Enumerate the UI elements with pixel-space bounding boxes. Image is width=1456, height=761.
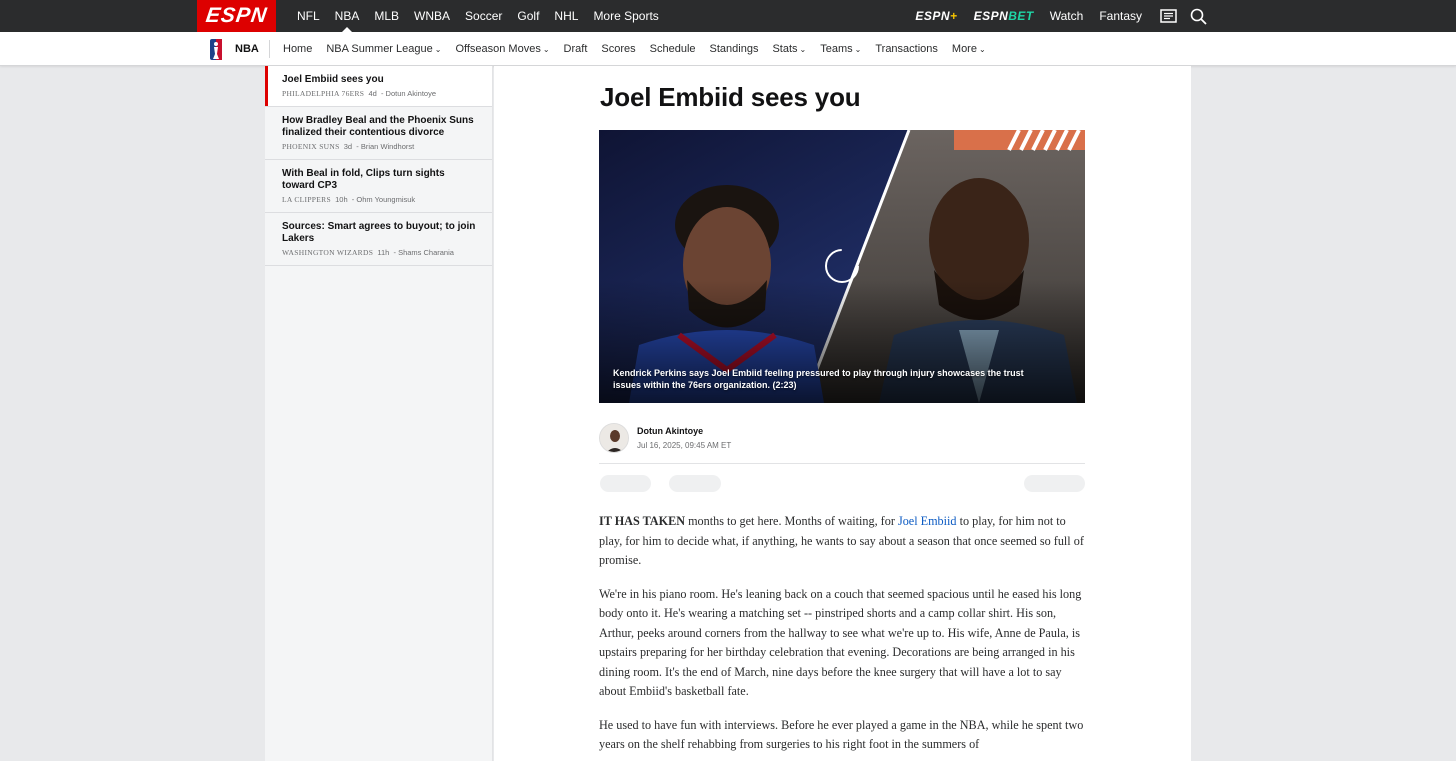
subnav-teams[interactable]: Teams ⌄: [820, 43, 861, 55]
sidebar-story[interactable]: How Bradley Beal and the Phoenix Suns fi…: [265, 107, 492, 160]
subnav-schedule[interactable]: Schedule: [650, 43, 696, 55]
chevron-down-icon: ⌄: [434, 45, 442, 54]
story-author: - Dotun Akintoye: [380, 89, 436, 98]
nav-nhl[interactable]: NHL: [554, 0, 578, 32]
story-age: 4d: [368, 89, 377, 98]
story-team: PHILADELPHIA 76ERS: [282, 89, 365, 98]
action-button-placeholder[interactable]: [1024, 475, 1085, 492]
nba-logo-icon[interactable]: [210, 39, 222, 60]
news-feed-icon[interactable]: [1158, 6, 1178, 26]
subnav-standings[interactable]: Standings: [710, 43, 759, 55]
share-button-placeholder[interactable]: [669, 475, 721, 492]
byline: Dotun Akintoye Jul 16, 2025, 09:45 AM ET: [599, 423, 731, 453]
nav-soccer[interactable]: Soccer: [465, 0, 502, 32]
nav-wnba[interactable]: WNBA: [414, 0, 450, 32]
nav-nba[interactable]: NBA: [335, 0, 359, 32]
story-team: LA CLIPPERS: [282, 195, 331, 204]
search-icon[interactable]: [1188, 6, 1208, 26]
subnav-stats[interactable]: Stats ⌄: [772, 43, 806, 55]
subnav-scores[interactable]: Scores: [601, 43, 635, 55]
subnav-summer-league[interactable]: NBA Summer League ⌄: [326, 43, 441, 55]
nav-watch[interactable]: Watch: [1050, 9, 1084, 23]
related-stories-sidebar: Joel Embiid sees you PHILADELPHIA 76ERS …: [265, 66, 493, 761]
story-age: 10h: [335, 195, 348, 204]
subnav-home[interactable]: Home: [283, 43, 312, 55]
paragraph: IT HAS TAKEN months to get here. Months …: [599, 514, 1084, 567]
sports-nav: NFL NBA MLB WNBA Soccer Golf NHL More Sp…: [297, 0, 674, 32]
subnav-draft[interactable]: Draft: [564, 43, 588, 55]
section-title[interactable]: NBA: [235, 32, 259, 66]
publish-date: Jul 16, 2025, 09:45 AM ET: [637, 441, 732, 450]
story-team: PHOENIX SUNS: [282, 142, 340, 151]
subnav-transactions[interactable]: Transactions: [875, 43, 938, 55]
story-author: - Shams Charania: [393, 248, 454, 257]
article-headline: Joel Embiid sees you: [600, 82, 861, 112]
espn-bet-logo[interactable]: ESPNBET: [974, 9, 1034, 23]
nav-mlb[interactable]: MLB: [374, 0, 399, 32]
chevron-down-icon: ⌄: [542, 45, 550, 54]
nav-more-sports[interactable]: More Sports: [593, 0, 658, 32]
article-body: IT HAS TAKEN months to get here. Months …: [599, 512, 1085, 761]
chevron-down-icon: ⌄: [854, 45, 862, 54]
nav-fantasy[interactable]: Fantasy: [1099, 9, 1142, 23]
author-name[interactable]: Dotun Akintoye: [637, 426, 731, 436]
story-title: Joel Embiid sees you: [282, 74, 384, 85]
top-nav: ESPN NFL NBA MLB WNBA Soccer Golf NHL Mo…: [0, 0, 1456, 32]
video-thumbnail: [599, 130, 1085, 403]
espn-plus-logo[interactable]: ESPN+: [915, 9, 957, 23]
paragraph: We're in his piano room. He's leaning ba…: [599, 586, 1082, 699]
sidebar-story[interactable]: Sources: Smart agrees to buyout; to join…: [265, 213, 492, 266]
story-age: 11h: [377, 248, 390, 257]
story-author: - Ohm Youngmisuk: [351, 195, 416, 204]
subnav-more[interactable]: More ⌄: [952, 43, 986, 55]
nav-divider: [269, 40, 270, 58]
story-team: WASHINGTON WIZARDS: [282, 248, 374, 257]
paragraph: He used to have fun with interviews. Bef…: [599, 717, 1084, 752]
chevron-down-icon: ⌄: [799, 45, 807, 54]
nav-golf[interactable]: Golf: [517, 0, 539, 32]
story-title: Sources: Smart agrees to buyout; to join…: [282, 221, 476, 244]
story-author: - Brian Windhorst: [356, 142, 415, 151]
nav-nfl[interactable]: NFL: [297, 0, 320, 32]
chevron-down-icon: ⌄: [978, 45, 986, 54]
share-button-placeholder[interactable]: [600, 475, 651, 492]
video-player[interactable]: Kendrick Perkins says Joel Embiid feelin…: [599, 130, 1085, 403]
subnav-offseason-moves[interactable]: Offseason Moves ⌄: [455, 43, 549, 55]
sidebar-story[interactable]: Joel Embiid sees you PHILADELPHIA 76ERS …: [265, 66, 492, 107]
sidebar-story[interactable]: With Beal in fold, Clips turn sights tow…: [265, 160, 492, 213]
story-title: With Beal in fold, Clips turn sights tow…: [282, 168, 445, 191]
player-link[interactable]: Joel Embiid: [898, 514, 957, 528]
story-age: 3d: [343, 142, 353, 151]
section-nav: NBA Home NBA Summer League ⌄ Offseason Mo…: [0, 32, 1456, 66]
story-title: How Bradley Beal and the Phoenix Suns fi…: [282, 115, 474, 138]
video-caption: Kendrick Perkins says Joel Embiid feelin…: [613, 368, 1024, 390]
espn-logo[interactable]: ESPN: [197, 0, 276, 32]
author-avatar[interactable]: [599, 423, 629, 453]
byline-divider: [599, 463, 1085, 464]
